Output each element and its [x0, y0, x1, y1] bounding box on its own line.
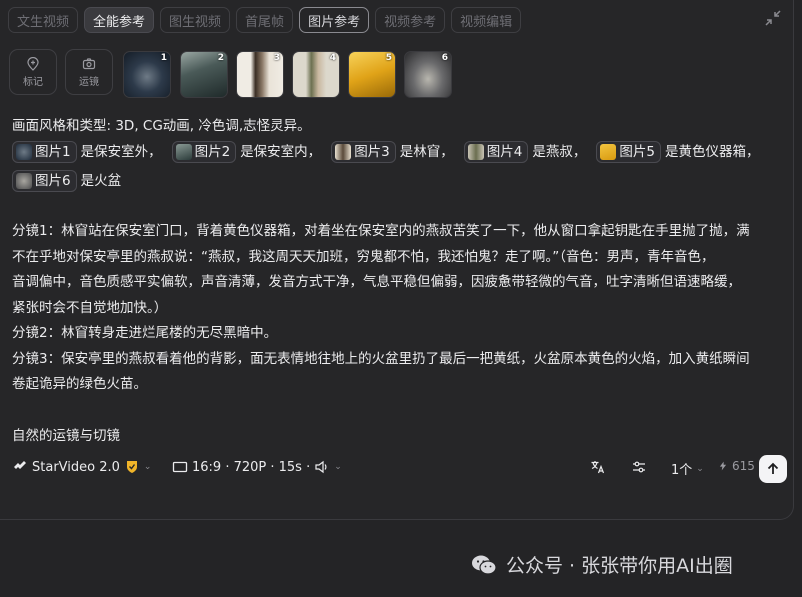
aspect-ratio-icon [172, 461, 188, 473]
chip-label: 图片5 [619, 144, 655, 160]
image-chip-1[interactable]: 图片1 [12, 141, 77, 163]
tab-omni-reference[interactable]: 全能参考 [84, 7, 155, 33]
reference-image-1[interactable]: 1 [123, 51, 171, 98]
shot-1-line: 紧张时会不自觉地加快。） [12, 299, 168, 316]
image-chip-6[interactable]: 图片6 [12, 170, 77, 192]
shot-3: 分镜3：保安亭里的燕叔看着他的背影，面无表情地往地上的火盆里扔了最后一把黄纸，火… [12, 347, 790, 398]
shot-1-line: 音调偏中，音色质感平实偏软，声音清薄，发音方式干净，气息平稳但偏弱，因疲惫带轻微… [12, 274, 741, 290]
reference-image-2[interactable]: 2 [180, 51, 228, 98]
image-thumbnail-icon [16, 144, 32, 160]
chip-description: 是燕叔， [532, 144, 587, 160]
reference-image-6[interactable]: 6 [404, 51, 452, 98]
arrow-up-icon [767, 462, 779, 474]
shot-1: 分镜1：林窅站在保安室门口，背着黄色仪器箱，对着坐在保安室内的燕叔苦笑了一下，他… [12, 219, 790, 321]
reference-number: 5 [385, 53, 392, 63]
chip-label: 图片6 [35, 173, 71, 189]
tab-image-to-video[interactable]: 图生视频 [160, 7, 231, 33]
reference-image-5[interactable]: 5 [348, 51, 396, 98]
image-thumbnail-icon [175, 144, 192, 160]
shot-2: 分镜2：林窅转身走进烂尾楼的无尽黑暗中。 [12, 325, 278, 341]
chip-label: 图片2 [194, 144, 231, 160]
tab-image-reference[interactable]: 图片参考 [299, 7, 370, 33]
chip-description: 是林窅， [399, 144, 454, 160]
image-thumbnail-icon [600, 144, 617, 160]
reference-number: 4 [329, 53, 336, 63]
chip-label: 图片4 [486, 144, 523, 160]
video-settings-selector[interactable]: 16:9 · 720P · 15s · ⌄ [172, 459, 342, 475]
chip-description: 是保安室内， [240, 144, 322, 160]
watermark: 公众号 · 张张带你用AI出圈 [470, 551, 733, 578]
premium-shield-icon [126, 461, 137, 473]
reference-number: 6 [441, 53, 448, 63]
style-line: 画面风格和类型: 3D, CG动画, 冷色调,志怪灵异。 [12, 118, 311, 134]
video-settings-label: 16:9 · 720P · 15s · [192, 459, 311, 475]
credits-display: 615 [718, 459, 755, 473]
tab-video-reference[interactable]: 视频参考 [375, 7, 446, 33]
camera-icon [82, 57, 96, 69]
chevron-down-icon: ⌄ [334, 462, 342, 472]
chip-description: 是火盆 [80, 173, 122, 189]
tab-first-last-frame[interactable]: 首尾帧 [236, 7, 294, 33]
shot-1-line: 分镜1：林窅站在保安室门口，背着黄色仪器箱，对着坐在保安室内的燕叔苦笑了一下，他… [12, 223, 750, 239]
lightning-icon [719, 461, 727, 471]
reference-number: 2 [217, 53, 224, 63]
image-thumbnail-icon [16, 173, 32, 189]
chip-label: 图片1 [35, 144, 71, 160]
reference-image-3[interactable]: 3 [236, 51, 284, 98]
reference-number: 3 [273, 53, 280, 63]
translate-icon [591, 461, 605, 474]
mark-button[interactable]: 标记 [9, 49, 57, 95]
image-thumbnail-icon [467, 144, 484, 160]
image-chip-4[interactable]: 图片4 [463, 141, 529, 163]
image-chip-3[interactable]: 图片3 [331, 141, 396, 163]
shot-1-line: 不在乎地对保安亭里的燕叔说：“燕叔，我这周天天加班，穷鬼都不怕，我还怕鬼？走了啊… [12, 248, 715, 265]
tab-text-to-video[interactable]: 文生视频 [8, 7, 79, 33]
closing-line: 自然的运镜与切镜 [12, 427, 120, 444]
chevron-down-icon: ⌄ [143, 462, 152, 472]
adjust-button[interactable] [631, 459, 647, 475]
mode-tabs: 文生视频 全能参考 图生视频 首尾帧 图片参考 视频参考 视频编辑 [8, 7, 522, 33]
camera-move-button[interactable]: 运镜 [65, 49, 113, 95]
prompt-panel: 文生视频 全能参考 图生视频 首尾帧 图片参考 视频参考 视频编辑 标记 运镜 … [0, 0, 794, 520]
credits-value: 615 [732, 459, 755, 473]
model-selector[interactable]: StarVideo 2.0 ⌄ [12, 459, 151, 475]
chip-description: 是黄色仪器箱， [664, 144, 760, 160]
mark-label: 标记 [23, 76, 43, 88]
prompt-text[interactable]: 画面风格和类型: 3D, CG动画, 冷色调,志怪灵异。 图片1 是保安室外， … [12, 113, 790, 449]
chevron-down-icon: ⌄ [696, 463, 704, 474]
audio-icon [315, 460, 327, 474]
chip-description: 是保安室外， [80, 144, 162, 160]
wechat-icon [472, 555, 497, 575]
reference-image-4[interactable]: 4 [292, 51, 340, 98]
generation-toolbar: StarVideo 2.0 ⌄ 16:9 · 720P · 15s · ⌄ 1个… [12, 455, 787, 483]
sliders-icon [633, 461, 645, 473]
image-chip-5[interactable]: 图片5 [596, 141, 661, 163]
translate-button[interactable] [590, 459, 606, 475]
image-chip-2[interactable]: 图片2 [171, 141, 237, 163]
collapse-icon[interactable] [764, 9, 782, 27]
submit-button[interactable] [759, 455, 787, 483]
image-thumbnail-icon [335, 144, 352, 160]
model-label: StarVideo 2.0 [32, 459, 120, 475]
model-logo-icon [14, 461, 26, 469]
count-selector[interactable]: 1个 ⌄ [671, 459, 704, 478]
tab-video-edit[interactable]: 视频编辑 [451, 7, 522, 33]
location-pin-icon [27, 56, 39, 71]
count-label: 1个 [671, 463, 693, 478]
shot-3-line: 卷起诡异的绿色火苗。 [12, 376, 147, 392]
camera-move-label: 运镜 [79, 76, 99, 88]
reference-mapping: 图片1 是保安室外， 图片2 是保安室内， 图片3 是林窅， 图片4 是燕叔， … [12, 139, 790, 194]
reference-number: 1 [160, 53, 167, 63]
chip-label: 图片3 [354, 144, 390, 160]
watermark-text: 公众号 · 张张带你用AI出圈 [506, 555, 733, 577]
shot-3-line: 分镜3：保安亭里的燕叔看着他的背影，面无表情地往地上的火盆里扔了最后一把黄纸，火… [12, 350, 750, 367]
